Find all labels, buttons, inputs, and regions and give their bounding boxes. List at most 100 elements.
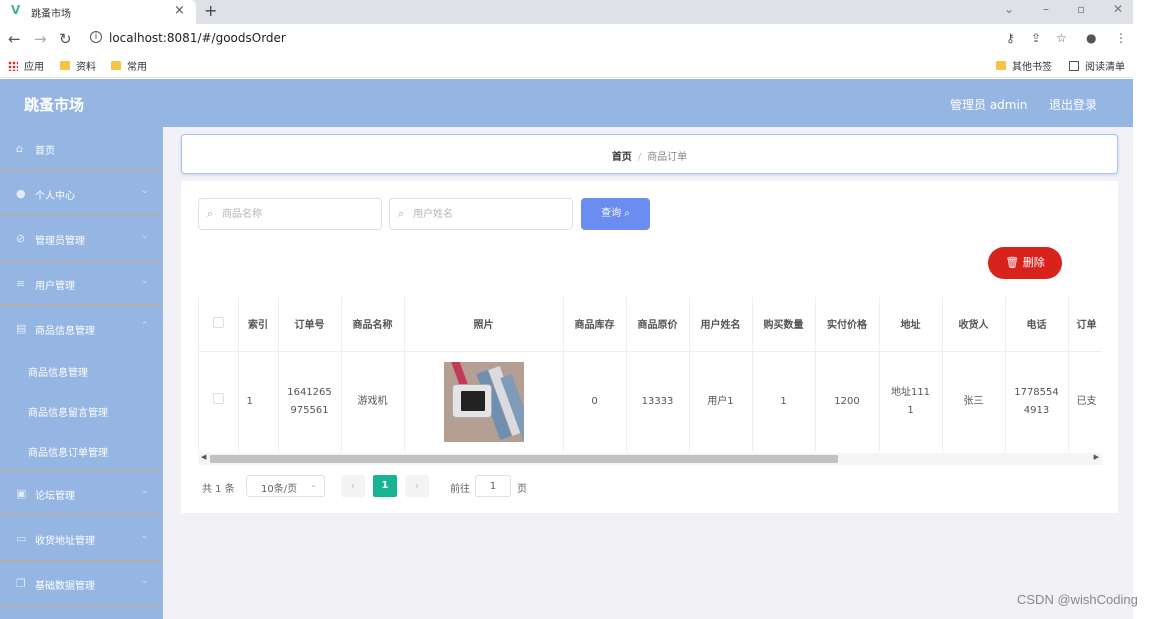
- search-icon: ⌕: [207, 207, 214, 220]
- bookmark-other[interactable]: 其他书签: [996, 58, 1052, 73]
- goods-name-search[interactable]: ⌕: [198, 198, 382, 230]
- folder-icon: [60, 61, 70, 70]
- sidebar-item-label: 个人中心: [35, 191, 75, 202]
- back-icon[interactable]: ←: [8, 30, 21, 48]
- sidebar-subitem-goods-comments[interactable]: 商品信息留言管理: [0, 391, 163, 431]
- user-name-search[interactable]: ⌕: [389, 198, 573, 230]
- share-icon[interactable]: ⇪: [1031, 31, 1041, 45]
- address-bar: ← → ↻ i localhost:8081/#/goodsOrder ⚷ ⇪ …: [0, 24, 1133, 54]
- sidebar-item-users[interactable]: ≡ 用户管理 ⌄: [0, 262, 163, 306]
- app-header: 跳蚤市场 管理员 admin 退出登录: [0, 79, 1133, 127]
- bookmark-apps[interactable]: 应用: [8, 58, 44, 73]
- tab-search-icon[interactable]: ⌄: [1004, 2, 1014, 16]
- pagination-total: 共 1 条: [202, 484, 235, 495]
- more-icon[interactable]: ⋮: [1115, 31, 1127, 45]
- apps-icon: [8, 60, 18, 71]
- vue-logo-icon: V: [11, 3, 21, 17]
- forum-icon: ▣: [16, 487, 27, 500]
- pagination: 共 1 条 10条/页 ⌄ ‹ 1 › 前往 页: [198, 474, 1098, 498]
- menu-icon: ≡: [16, 277, 26, 290]
- sidebar-subitem-goods-orders[interactable]: 商品信息订单管理: [0, 431, 163, 471]
- column-header: 商品名称: [341, 297, 405, 352]
- goto-page-input[interactable]: [475, 475, 511, 497]
- order-status-cell: 已支: [1068, 351, 1102, 452]
- next-page-button[interactable]: ›: [405, 475, 429, 497]
- url-field[interactable]: i localhost:8081/#/goodsOrder: [82, 28, 1082, 50]
- column-header: 电话: [1005, 297, 1069, 352]
- column-header: 照片: [404, 297, 564, 352]
- page-number-active[interactable]: 1: [373, 475, 397, 497]
- user-name-cell: 用户1: [689, 351, 753, 452]
- select-all-checkbox[interactable]: [212, 316, 224, 328]
- url-text[interactable]: localhost:8081/#/goodsOrder: [109, 31, 286, 45]
- search-icon: ⌕: [624, 208, 630, 219]
- maximize-icon[interactable]: ▫: [1077, 2, 1085, 16]
- new-tab-icon[interactable]: +: [204, 1, 217, 20]
- orders-table: 索引 订单号 商品名称 照片 商品库存 商品原价 用户姓名 购买数量 实付价格 …: [198, 297, 1102, 452]
- game-console-image: [451, 383, 492, 418]
- close-window-icon[interactable]: ✕: [1113, 2, 1123, 16]
- sidebar-item-admins[interactable]: ⊘ 管理员管理 ⌄: [0, 217, 163, 261]
- sidebar-item-forum[interactable]: ▣ 论坛管理 ⌄: [0, 472, 163, 516]
- sidebar-item-home[interactable]: ⌂ 首页: [0, 127, 163, 171]
- sidebar-item-goods[interactable]: ▤ 商品信息管理 ⌃: [0, 307, 163, 351]
- minimize-icon[interactable]: –: [1043, 2, 1049, 16]
- info-icon[interactable]: i: [90, 31, 102, 43]
- sidebar-subitem-label: 商品信息管理: [28, 368, 88, 379]
- sidebar: ⌂ 首页 ● 个人中心 ⌄ ⊘ 管理员管理 ⌄ ≡ 用户管理 ⌄ ▤ 商品信息管…: [0, 127, 163, 619]
- reload-icon[interactable]: ↻: [59, 30, 72, 48]
- close-tab-icon[interactable]: ×: [174, 3, 185, 18]
- reading-list[interactable]: 阅读清单: [1069, 58, 1125, 73]
- user-name-input[interactable]: [413, 205, 563, 223]
- sidebar-subitem-label: 商品信息留言管理: [28, 408, 108, 419]
- bookmarks-bar: 应用 资料 常用 其他书签 阅读清单: [0, 54, 1133, 78]
- scroll-left-icon[interactable]: ◀: [201, 453, 206, 461]
- sidebar-item-address[interactable]: ▭ 收货地址管理 ⌄: [0, 517, 163, 561]
- column-header: 商品库存: [563, 297, 627, 352]
- select-all-cell: [199, 297, 239, 352]
- sidebar-item-label: 收货地址管理: [35, 536, 95, 547]
- order-no-cell: 1641265 975561: [278, 351, 342, 452]
- breadcrumb-home[interactable]: 首页: [612, 152, 632, 163]
- table-header-row: 索引 订单号 商品名称 照片 商品库存 商品原价 用户姓名 购买数量 实付价格 …: [199, 297, 1102, 352]
- scrollbar-thumb[interactable]: [210, 455, 838, 463]
- app-title: 跳蚤市场: [24, 96, 85, 114]
- sidebar-item-basedata[interactable]: ❐ 基础数据管理 ⌄: [0, 562, 163, 606]
- tab-title: 跳蚤市场: [31, 9, 71, 20]
- sidebar-subitem-goods[interactable]: 商品信息管理: [0, 351, 163, 391]
- admin-icon: ⊘: [16, 232, 26, 245]
- chevron-down-icon: ⌄: [310, 480, 317, 489]
- column-header: 订单: [1068, 297, 1102, 352]
- row-checkbox[interactable]: [212, 392, 224, 404]
- scroll-right-icon[interactable]: ▶: [1094, 453, 1099, 461]
- sidebar-item-profile[interactable]: ● 个人中心 ⌄: [0, 172, 163, 216]
- browser-tab[interactable]: V 跳蚤市场 ×: [0, 0, 196, 24]
- key-icon[interactable]: ⚷: [1006, 31, 1015, 45]
- column-header: 商品原价: [626, 297, 690, 352]
- forward-icon[interactable]: →: [34, 30, 47, 48]
- page-size-select[interactable]: 10条/页 ⌄: [246, 475, 325, 497]
- folder-icon: [111, 61, 121, 70]
- quantity-cell: 1: [752, 351, 816, 452]
- data-icon: ❐: [16, 577, 26, 590]
- profile-icon[interactable]: ●: [1086, 31, 1096, 45]
- query-button-label: 查询: [601, 208, 622, 219]
- table-horizontal-scrollbar[interactable]: ◀ ▶: [198, 453, 1102, 465]
- breadcrumb-separator: /: [637, 152, 642, 163]
- column-header: 收货人: [942, 297, 1006, 352]
- column-header: 地址: [879, 297, 943, 352]
- logout-link[interactable]: 退出登录: [1049, 96, 1097, 113]
- bookmark-folder[interactable]: 常用: [111, 58, 147, 73]
- delete-button[interactable]: 🗑 删除: [988, 247, 1062, 279]
- original-price-cell: 13333: [626, 351, 690, 452]
- folder-icon: [996, 61, 1006, 70]
- chevron-down-icon: ⌄: [141, 186, 149, 196]
- prev-page-button[interactable]: ‹: [341, 475, 365, 497]
- goods-name-input[interactable]: [222, 205, 372, 223]
- query-button[interactable]: 查询 ⌕: [581, 198, 650, 230]
- page-suffix: 页: [517, 484, 527, 495]
- star-icon[interactable]: ☆: [1056, 31, 1067, 45]
- bookmark-folder[interactable]: 资料: [60, 58, 96, 73]
- column-header: 订单号: [278, 297, 342, 352]
- chevron-up-icon: ⌃: [141, 321, 149, 331]
